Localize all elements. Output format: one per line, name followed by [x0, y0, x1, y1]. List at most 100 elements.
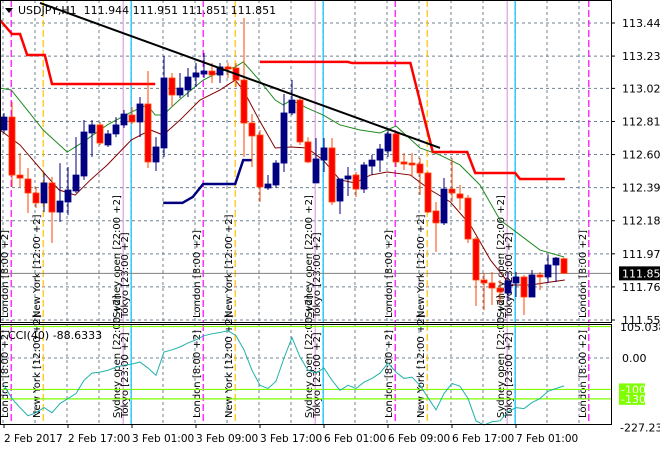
candle [152, 137, 160, 171]
candle [216, 63, 224, 84]
candle-body-bull [152, 146, 160, 163]
candle [32, 187, 40, 208]
candle-body-bear [496, 287, 504, 293]
candle [8, 101, 16, 188]
candle [552, 256, 560, 283]
candle-body-bear [520, 276, 528, 298]
candle [264, 175, 272, 191]
dropdown-triangle-icon[interactable] [5, 8, 13, 13]
candle-body-bull [120, 113, 128, 126]
candle [88, 120, 96, 157]
candle [472, 236, 480, 306]
candle [336, 178, 344, 214]
time-label: 3 Feb 17:00 [260, 433, 322, 445]
price-tick-label: 112.395 [622, 182, 660, 195]
candle-body-bear [352, 174, 360, 190]
candle [128, 106, 136, 124]
candle [368, 155, 376, 176]
candle [448, 158, 456, 202]
time-label: 3 Feb 09:00 [196, 433, 258, 445]
candle-body-bull [344, 175, 352, 180]
session-label-london: London [8:00 +2] [192, 330, 203, 418]
candle-body-bull [368, 159, 376, 167]
time-label: 2 Feb 17:00 [68, 433, 130, 445]
candle [440, 178, 448, 225]
time-label: 6 Feb 01:00 [324, 433, 386, 445]
candle-body-bull [88, 124, 96, 134]
candle-body-bull [320, 147, 328, 161]
candle-body-bear [304, 141, 312, 163]
session-label-tokyo: Tokyo [23:00 +2] [504, 332, 515, 419]
session-label-london: London [8:00 +2] [578, 230, 589, 318]
support-line [163, 158, 252, 205]
candle-body-bear [248, 122, 256, 137]
candle [544, 254, 552, 283]
candle [432, 201, 440, 252]
candle [360, 161, 368, 194]
candle [16, 152, 24, 188]
candle-body-bear [560, 258, 568, 274]
candle-body-bull [160, 77, 168, 149]
session-label-tokyo: Tokyo [23:00 +2] [120, 332, 131, 419]
session-label-london: London [8:00 +2] [0, 330, 11, 418]
session-label-london: London [8:00 +2] [578, 330, 589, 418]
candle [352, 172, 360, 197]
session-label-tokyo: Tokyo [23:00 +2] [120, 232, 131, 319]
session-label-newyork: New York [12:00 +2] [32, 214, 43, 318]
candle [64, 167, 72, 216]
candle-body-bull [64, 189, 72, 203]
cci-title: CCI(40) -88.6333 [8, 329, 102, 342]
current-price-label: 111.851 [622, 267, 660, 280]
candle-body-bear [32, 192, 40, 204]
candle [184, 68, 192, 98]
candle-body-bear [424, 172, 432, 213]
cci-value: -88.6333 [52, 329, 103, 342]
candle [200, 52, 208, 78]
candle [288, 80, 296, 116]
session-label-newyork: New York [12:00 +2] [224, 314, 235, 418]
candle [176, 72, 184, 98]
candle-body-bull [192, 72, 200, 78]
time-label: 3 Feb 01:00 [132, 433, 194, 445]
candle [240, 17, 248, 157]
session-label-newyork: New York [12:00 +2] [416, 214, 427, 318]
session-label-london: London [8:00 +2] [0, 230, 11, 318]
candle-body-bull [56, 200, 64, 213]
candle-body-bull [112, 124, 120, 135]
candle-body-bear [16, 174, 24, 179]
candle-body-bull [80, 131, 88, 177]
candle-body-bear [448, 188, 456, 194]
candle [296, 97, 304, 145]
session-label-london: London [8:00 +2] [384, 230, 395, 318]
candle-body-bull [440, 188, 448, 224]
chart-canvas[interactable]: 113.440 113.230 113.025 112.815 112.605 112.3… [0, 0, 660, 450]
candle [520, 274, 528, 315]
candle [168, 72, 176, 107]
session-label-tokyo: Tokyo [23:00 +2] [312, 332, 323, 419]
candle-body-bear [96, 124, 104, 144]
price-tick-label: 111.765 [622, 281, 660, 294]
candle-body-bull [0, 116, 8, 131]
candle [80, 120, 88, 180]
candle-body-bear [48, 182, 56, 213]
candle-body-bear [24, 178, 32, 194]
symbol-label: USDJPY,H1 [18, 4, 77, 17]
time-label: 7 Feb 01:00 [516, 433, 578, 445]
cci-level-label: -130 [621, 393, 646, 406]
candle-body-bull [184, 76, 192, 91]
session-label-london: London [8:00 +2] [192, 230, 203, 318]
candle-body-bull [176, 87, 184, 96]
candle-body-bear [480, 279, 488, 284]
candle-body-bear [472, 238, 480, 281]
candle [56, 163, 64, 222]
candle [192, 63, 200, 87]
candle-body-bull [312, 158, 320, 184]
candle-body-bull [40, 182, 48, 204]
candle [144, 71, 152, 168]
session-label-tokyo: Tokyo [23:00 +2] [312, 232, 323, 319]
candle-body-bull [528, 274, 536, 298]
candle-body-bull [504, 280, 512, 294]
candle-body-bull [280, 112, 288, 164]
ohlc-readout: 111.944 111.951 111.851 111.851 [83, 4, 277, 17]
candle [24, 167, 32, 214]
